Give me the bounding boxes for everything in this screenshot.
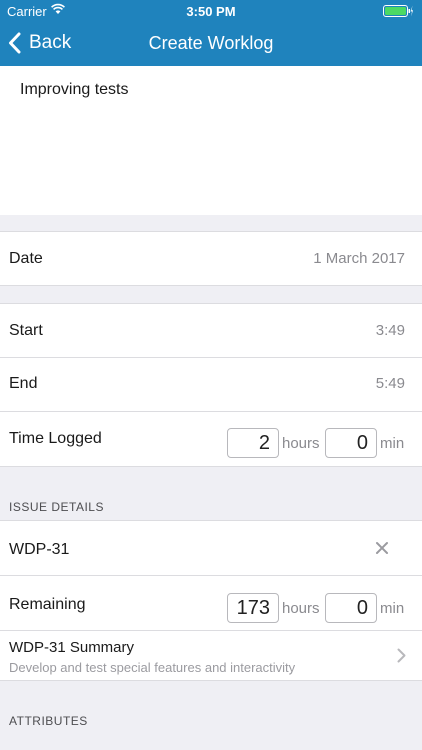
description-field[interactable]: Improving tests (0, 66, 422, 215)
minutes-unit-label: min (380, 600, 405, 617)
logged-minutes-input[interactable]: 0 (325, 428, 377, 458)
remaining-minutes-input[interactable]: 0 (325, 593, 377, 623)
remaining-row: Remaining 173 hours 0 min (0, 576, 422, 631)
description-text: Improving tests (20, 81, 129, 98)
end-row[interactable]: End 5:49 (0, 358, 422, 412)
time-logged-label: Time Logged (9, 430, 102, 447)
remaining-label: Remaining (9, 596, 86, 613)
navigation-bar: Carrier 3:50 PM Back Create Worklog (0, 0, 422, 66)
attributes-header: ATTRIBUTES (9, 714, 88, 728)
time-logged-row: Time Logged 2 hours 0 min (0, 412, 422, 467)
issue-row[interactable]: WDP-31 (0, 520, 422, 576)
issue-details-header: ISSUE DETAILS (9, 500, 104, 514)
date-row[interactable]: Date 1 March 2017 (0, 231, 422, 286)
minutes-unit-label: min (380, 435, 405, 452)
hours-unit-label: hours (282, 600, 320, 617)
issue-key: WDP-31 (9, 541, 70, 558)
end-value: 5:49 (375, 375, 405, 392)
date-value: 1 March 2017 (313, 250, 405, 267)
remaining-hours-input[interactable]: 173 (227, 593, 279, 623)
status-bar: Carrier 3:50 PM (0, 0, 422, 22)
status-time: 3:50 PM (186, 4, 236, 19)
clear-icon[interactable] (375, 541, 389, 555)
start-label: Start (9, 322, 43, 339)
issue-summary-row[interactable]: WDP-31 Summary Develop and test special … (0, 631, 422, 681)
hours-unit-label: hours (282, 435, 320, 452)
battery-icon (383, 5, 413, 17)
start-row[interactable]: Start 3:49 (0, 303, 422, 358)
summary-title: WDP-31 Summary (9, 639, 135, 656)
logged-hours-input[interactable]: 2 (227, 428, 279, 458)
chevron-right-icon (397, 648, 406, 663)
summary-description: Develop and test special features and in… (9, 660, 296, 675)
date-label: Date (9, 250, 43, 267)
start-value: 3:49 (375, 322, 405, 339)
end-label: End (9, 375, 38, 392)
page-title: Create Worklog (148, 33, 274, 53)
